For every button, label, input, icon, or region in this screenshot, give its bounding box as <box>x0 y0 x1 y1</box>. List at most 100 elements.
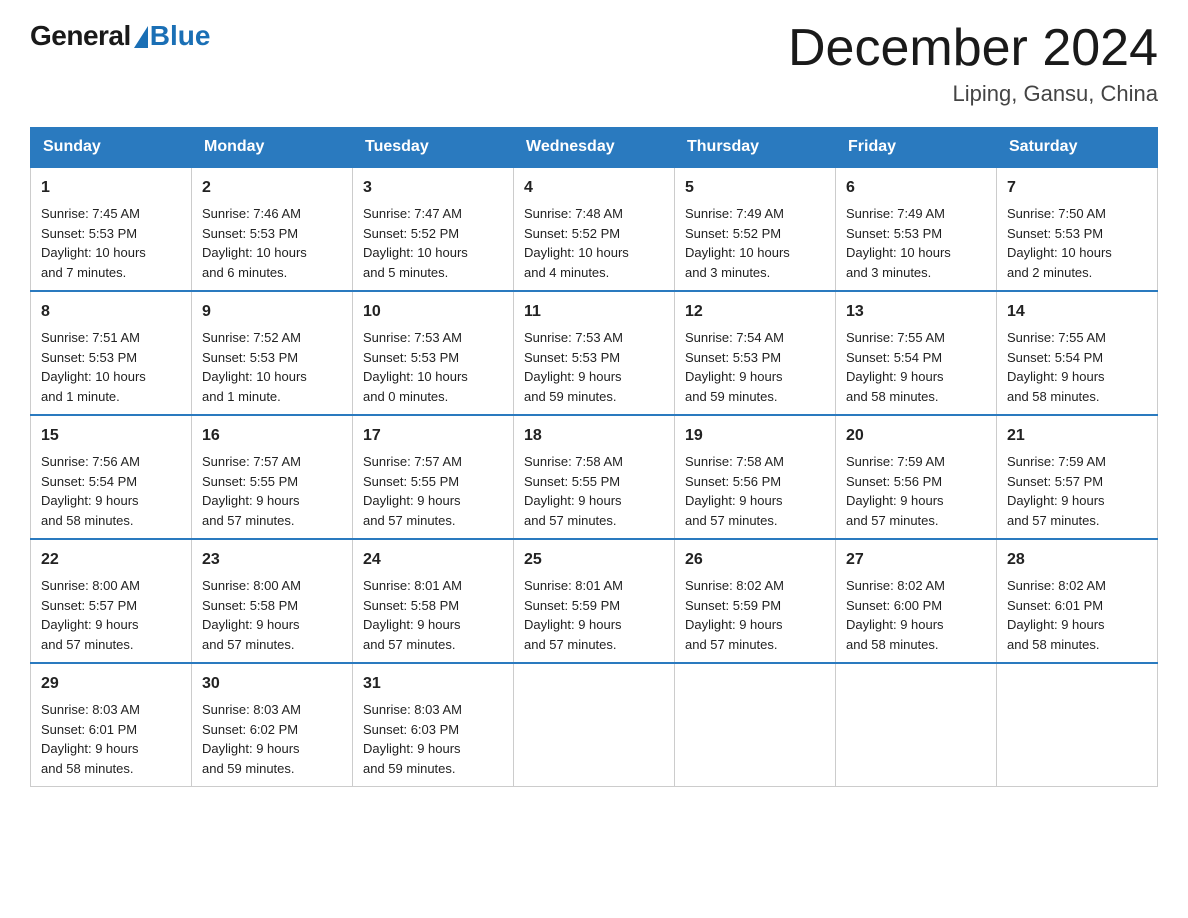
day-info: Sunrise: 7:58 AMSunset: 5:55 PMDaylight:… <box>524 454 623 528</box>
day-info: Sunrise: 7:55 AMSunset: 5:54 PMDaylight:… <box>846 330 945 404</box>
calendar-header-friday: Friday <box>836 128 997 168</box>
day-number: 8 <box>41 300 181 324</box>
calendar-cell: 22Sunrise: 8:00 AMSunset: 5:57 PMDayligh… <box>31 539 192 663</box>
day-number: 3 <box>363 176 503 200</box>
location-text: Liping, Gansu, China <box>788 81 1158 107</box>
day-info: Sunrise: 8:02 AMSunset: 6:01 PMDaylight:… <box>1007 578 1106 652</box>
day-number: 25 <box>524 548 664 572</box>
calendar-header-row: SundayMondayTuesdayWednesdayThursdayFrid… <box>31 128 1158 168</box>
calendar-cell: 17 Sunrise: 7:57 AMSunset: 5:55 PMDayligh… <box>353 415 514 539</box>
calendar-header-thursday: Thursday <box>675 128 836 168</box>
day-number: 14 <box>1007 300 1147 324</box>
day-number: 24 <box>363 548 503 572</box>
calendar-cell: 1 Sunrise: 7:45 AMSunset: 5:53 PMDaylight… <box>31 167 192 291</box>
day-info: Sunrise: 7:50 AMSunset: 5:53 PMDaylight:… <box>1007 206 1112 280</box>
day-info: Sunrise: 7:56 AMSunset: 5:54 PMDaylight:… <box>41 454 140 528</box>
calendar-cell: 30 Sunrise: 8:03 AMSunset: 6:02 PMDayligh… <box>192 663 353 787</box>
calendar-cell: 6 Sunrise: 7:49 AMSunset: 5:53 PMDaylight… <box>836 167 997 291</box>
calendar-week-row-3: 15 Sunrise: 7:56 AMSunset: 5:54 PMDayligh… <box>31 415 1158 539</box>
title-area: December 2024 Liping, Gansu, China <box>788 20 1158 107</box>
calendar-cell: 28Sunrise: 8:02 AMSunset: 6:01 PMDayligh… <box>997 539 1158 663</box>
day-number: 21 <box>1007 424 1147 448</box>
day-number: 17 <box>363 424 503 448</box>
day-number: 18 <box>524 424 664 448</box>
day-info: Sunrise: 7:53 AMSunset: 5:53 PMDaylight:… <box>524 330 623 404</box>
calendar-cell: 10 Sunrise: 7:53 AMSunset: 5:53 PMDayligh… <box>353 291 514 415</box>
day-info: Sunrise: 8:02 AMSunset: 5:59 PMDaylight:… <box>685 578 784 652</box>
day-number: 10 <box>363 300 503 324</box>
day-info: Sunrise: 7:59 AMSunset: 5:57 PMDaylight:… <box>1007 454 1106 528</box>
calendar-cell <box>997 663 1158 787</box>
calendar-cell: 2 Sunrise: 7:46 AMSunset: 5:53 PMDaylight… <box>192 167 353 291</box>
day-number: 5 <box>685 176 825 200</box>
day-info: Sunrise: 7:47 AMSunset: 5:52 PMDaylight:… <box>363 206 468 280</box>
day-number: 30 <box>202 672 342 696</box>
day-number: 23 <box>202 548 342 572</box>
calendar-header-tuesday: Tuesday <box>353 128 514 168</box>
calendar-cell: 21 Sunrise: 7:59 AMSunset: 5:57 PMDayligh… <box>997 415 1158 539</box>
day-info: Sunrise: 7:49 AMSunset: 5:53 PMDaylight:… <box>846 206 951 280</box>
day-info: Sunrise: 7:49 AMSunset: 5:52 PMDaylight:… <box>685 206 790 280</box>
calendar-cell: 11Sunrise: 7:53 AMSunset: 5:53 PMDayligh… <box>514 291 675 415</box>
day-info: Sunrise: 7:57 AMSunset: 5:55 PMDaylight:… <box>363 454 462 528</box>
day-number: 29 <box>41 672 181 696</box>
day-info: Sunrise: 7:58 AMSunset: 5:56 PMDaylight:… <box>685 454 784 528</box>
calendar-cell: 19 Sunrise: 7:58 AMSunset: 5:56 PMDayligh… <box>675 415 836 539</box>
calendar-cell: 29 Sunrise: 8:03 AMSunset: 6:01 PMDayligh… <box>31 663 192 787</box>
day-info: Sunrise: 7:51 AMSunset: 5:53 PMDaylight:… <box>41 330 146 404</box>
day-number: 9 <box>202 300 342 324</box>
calendar-cell: 14 Sunrise: 7:55 AMSunset: 5:54 PMDayligh… <box>997 291 1158 415</box>
calendar-cell: 16Sunrise: 7:57 AMSunset: 5:55 PMDayligh… <box>192 415 353 539</box>
calendar-cell: 23 Sunrise: 8:00 AMSunset: 5:58 PMDayligh… <box>192 539 353 663</box>
day-info: Sunrise: 7:59 AMSunset: 5:56 PMDaylight:… <box>846 454 945 528</box>
calendar-week-row-1: 1 Sunrise: 7:45 AMSunset: 5:53 PMDaylight… <box>31 167 1158 291</box>
calendar-cell: 26 Sunrise: 8:02 AMSunset: 5:59 PMDayligh… <box>675 539 836 663</box>
day-number: 15 <box>41 424 181 448</box>
day-info: Sunrise: 7:45 AMSunset: 5:53 PMDaylight:… <box>41 206 146 280</box>
day-info: Sunrise: 7:48 AMSunset: 5:52 PMDaylight:… <box>524 206 629 280</box>
calendar-cell: 27 Sunrise: 8:02 AMSunset: 6:00 PMDayligh… <box>836 539 997 663</box>
calendar-cell: 24 Sunrise: 8:01 AMSunset: 5:58 PMDayligh… <box>353 539 514 663</box>
calendar-week-row-4: 22Sunrise: 8:00 AMSunset: 5:57 PMDayligh… <box>31 539 1158 663</box>
day-info: Sunrise: 8:03 AMSunset: 6:02 PMDaylight:… <box>202 702 301 776</box>
day-info: Sunrise: 8:01 AMSunset: 5:58 PMDaylight:… <box>363 578 462 652</box>
day-info: Sunrise: 7:55 AMSunset: 5:54 PMDaylight:… <box>1007 330 1106 404</box>
calendar-cell: 13Sunrise: 7:55 AMSunset: 5:54 PMDayligh… <box>836 291 997 415</box>
calendar-cell: 8 Sunrise: 7:51 AMSunset: 5:53 PMDaylight… <box>31 291 192 415</box>
logo: General Blue <box>30 20 210 52</box>
day-number: 27 <box>846 548 986 572</box>
month-title: December 2024 <box>788 20 1158 77</box>
day-number: 22 <box>41 548 181 572</box>
day-number: 6 <box>846 176 986 200</box>
day-info: Sunrise: 8:03 AMSunset: 6:03 PMDaylight:… <box>363 702 462 776</box>
day-info: Sunrise: 7:52 AMSunset: 5:53 PMDaylight:… <box>202 330 307 404</box>
day-number: 26 <box>685 548 825 572</box>
day-info: Sunrise: 7:54 AMSunset: 5:53 PMDaylight:… <box>685 330 784 404</box>
day-info: Sunrise: 8:00 AMSunset: 5:58 PMDaylight:… <box>202 578 301 652</box>
day-number: 7 <box>1007 176 1147 200</box>
logo-blue-text: Blue <box>150 20 211 52</box>
logo-triangle-icon <box>134 26 148 48</box>
calendar-cell: 20 Sunrise: 7:59 AMSunset: 5:56 PMDayligh… <box>836 415 997 539</box>
day-number: 12 <box>685 300 825 324</box>
day-number: 1 <box>41 176 181 200</box>
day-number: 20 <box>846 424 986 448</box>
calendar-cell <box>514 663 675 787</box>
calendar-cell: 18 Sunrise: 7:58 AMSunset: 5:55 PMDayligh… <box>514 415 675 539</box>
calendar-header-monday: Monday <box>192 128 353 168</box>
logo-general-text: General <box>30 20 131 52</box>
calendar-cell: 15 Sunrise: 7:56 AMSunset: 5:54 PMDayligh… <box>31 415 192 539</box>
day-info: Sunrise: 7:46 AMSunset: 5:53 PMDaylight:… <box>202 206 307 280</box>
day-number: 2 <box>202 176 342 200</box>
page-header: General Blue December 2024 Liping, Gansu… <box>30 20 1158 107</box>
day-info: Sunrise: 8:03 AMSunset: 6:01 PMDaylight:… <box>41 702 140 776</box>
calendar-cell: 4Sunrise: 7:48 AMSunset: 5:52 PMDaylight… <box>514 167 675 291</box>
day-number: 19 <box>685 424 825 448</box>
day-info: Sunrise: 8:02 AMSunset: 6:00 PMDaylight:… <box>846 578 945 652</box>
calendar-cell: 12 Sunrise: 7:54 AMSunset: 5:53 PMDayligh… <box>675 291 836 415</box>
calendar-cell: 25Sunrise: 8:01 AMSunset: 5:59 PMDayligh… <box>514 539 675 663</box>
calendar-cell: 7 Sunrise: 7:50 AMSunset: 5:53 PMDaylight… <box>997 167 1158 291</box>
calendar-cell: 3 Sunrise: 7:47 AMSunset: 5:52 PMDaylight… <box>353 167 514 291</box>
day-info: Sunrise: 7:53 AMSunset: 5:53 PMDaylight:… <box>363 330 468 404</box>
calendar-week-row-5: 29 Sunrise: 8:03 AMSunset: 6:01 PMDayligh… <box>31 663 1158 787</box>
